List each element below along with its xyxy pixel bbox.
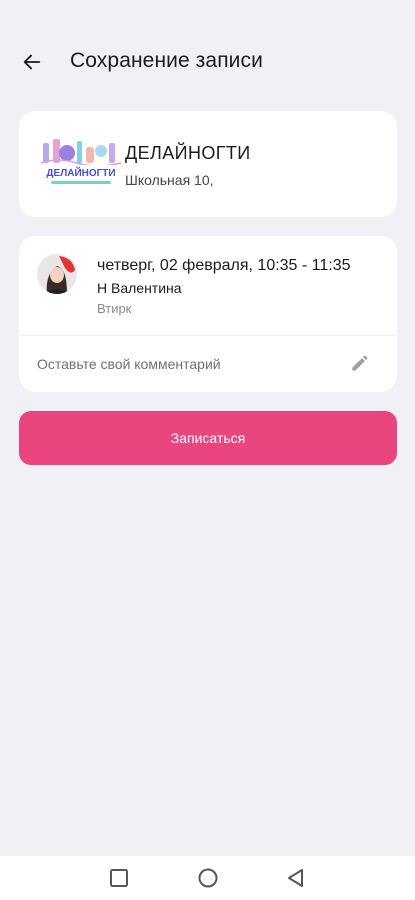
circle-home-icon[interactable] xyxy=(196,866,220,890)
triangle-back-icon[interactable] xyxy=(284,866,308,890)
system-nav-bar xyxy=(0,856,415,900)
salon-card: ДЕЛАЙНОГТИ ДЕЛАЙНОГТИ Школьная 10, xyxy=(19,111,397,217)
status-bar xyxy=(0,0,415,28)
screen: Сохранение записи ДЕЛАЙНОГТИ ДЕЛАЙНОГТИ … xyxy=(0,0,415,900)
pencil-icon[interactable] xyxy=(349,354,369,374)
comment-placeholder: Оставьте свой комментарий xyxy=(37,356,221,372)
salon-address: Школьная 10, xyxy=(125,172,214,188)
master-name: Н Валентина xyxy=(97,280,182,296)
page-title: Сохранение записи xyxy=(70,49,263,72)
booking-card: четверг, 02 февраля, 10:35 - 11:35 Н Вал… xyxy=(19,236,397,392)
svg-text:ДЕЛАЙНОГТИ: ДЕЛАЙНОГТИ xyxy=(46,166,115,179)
service-name: Втирк xyxy=(97,301,132,316)
submit-button[interactable]: Записаться xyxy=(19,411,397,465)
back-button[interactable] xyxy=(18,48,46,76)
square-recent-icon[interactable] xyxy=(107,866,131,890)
arrow-left-icon xyxy=(23,54,41,70)
master-avatar xyxy=(37,254,77,294)
comment-input[interactable]: Оставьте свой комментарий xyxy=(19,336,397,392)
salon-logo: ДЕЛАЙНОГТИ xyxy=(37,133,125,195)
app-bar: Сохранение записи xyxy=(0,38,415,84)
salon-name: ДЕЛАЙНОГТИ xyxy=(125,143,251,163)
booking-datetime: четверг, 02 февраля, 10:35 - 11:35 xyxy=(97,257,351,274)
